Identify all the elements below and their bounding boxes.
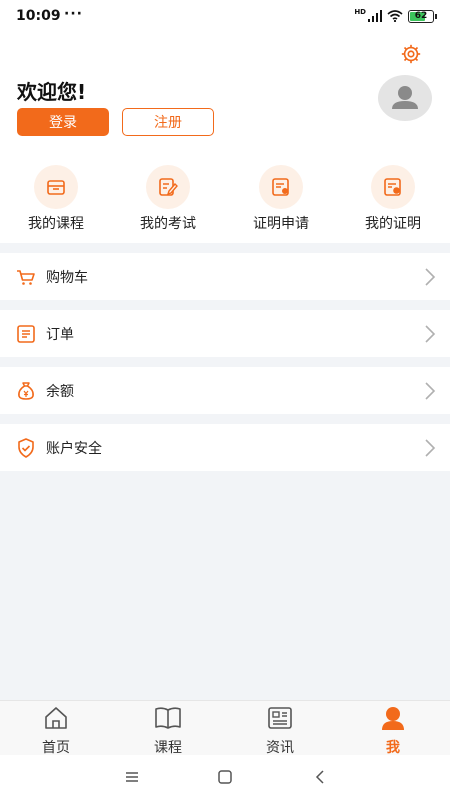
menu-row-orders[interactable]: 订单 xyxy=(0,310,450,357)
quick-action-label: 我的考试 xyxy=(140,216,196,232)
menu-row-label: 账户安全 xyxy=(46,441,102,457)
status-icons: HD 62 xyxy=(354,8,437,24)
quick-action-label: 证明申请 xyxy=(253,216,309,232)
battery-icon: 62 xyxy=(408,9,437,23)
menu-row-label: 余额 xyxy=(46,384,74,400)
network-type: HD xyxy=(354,8,366,16)
quick-action-label: 我的课程 xyxy=(28,216,84,232)
login-button[interactable]: 登录 xyxy=(17,108,109,136)
menu-row-cart[interactable]: 购物车 xyxy=(0,253,450,300)
battery-level: 62 xyxy=(414,11,428,21)
menu-row-label: 订单 xyxy=(46,327,74,343)
certificate-apply-icon xyxy=(272,178,289,196)
tab-news[interactable]: 资讯 xyxy=(245,705,315,757)
my-certificate-icon xyxy=(384,178,401,196)
chevron-right-icon xyxy=(425,439,436,457)
exam-edit-icon xyxy=(159,178,178,196)
chevron-right-icon xyxy=(425,268,436,286)
avatar[interactable] xyxy=(378,75,432,121)
user-avatar-icon xyxy=(392,86,418,109)
course-box-icon xyxy=(47,180,65,195)
quick-action-certificate-apply[interactable]: 证明申请 xyxy=(236,165,326,233)
cart-icon xyxy=(17,270,35,285)
tab-me[interactable]: 我 xyxy=(358,705,428,757)
register-button[interactable]: 注册 xyxy=(122,108,214,136)
chevron-right-icon xyxy=(425,325,436,343)
news-icon xyxy=(268,707,292,729)
tab-courses[interactable]: 课程 xyxy=(133,705,203,757)
tab-label: 资讯 xyxy=(266,740,294,756)
tab-home[interactable]: 首页 xyxy=(21,705,91,757)
quick-action-my-exams[interactable]: 我的考试 xyxy=(123,165,213,233)
shield-check-icon xyxy=(18,438,34,458)
tab-label: 我 xyxy=(386,740,400,756)
signal-icon xyxy=(368,10,382,22)
home-square-icon[interactable] xyxy=(215,767,235,787)
gear-icon[interactable] xyxy=(400,43,422,65)
chevron-right-icon xyxy=(425,382,436,400)
wifi-icon xyxy=(387,10,403,22)
book-icon xyxy=(155,707,181,729)
menu-row-account-security[interactable]: 账户安全 xyxy=(0,424,450,471)
status-time: 10:09 xyxy=(16,8,61,24)
quick-action-my-certificates[interactable]: 我的证明 xyxy=(348,165,438,233)
welcome-title: 欢迎您! xyxy=(17,80,87,104)
status-bar: 10:09 ··· HD 62 xyxy=(0,0,450,34)
home-icon xyxy=(45,707,67,729)
quick-action-my-courses[interactable]: 我的课程 xyxy=(11,165,101,233)
back-icon[interactable] xyxy=(310,767,330,787)
tab-label: 首页 xyxy=(42,740,70,756)
menu-row-balance[interactable]: 余额 xyxy=(0,367,450,414)
person-icon xyxy=(382,707,404,730)
menu-icon[interactable] xyxy=(122,767,142,787)
money-bag-icon xyxy=(18,382,34,400)
system-nav-bar xyxy=(0,755,450,800)
tab-label: 课程 xyxy=(154,740,182,756)
status-dots: ··· xyxy=(64,6,83,22)
bottom-tab-bar: 首页 课程 资讯 我 xyxy=(0,700,450,757)
order-list-icon xyxy=(17,325,35,343)
quick-action-label: 我的证明 xyxy=(365,216,421,232)
menu-row-label: 购物车 xyxy=(46,270,88,286)
